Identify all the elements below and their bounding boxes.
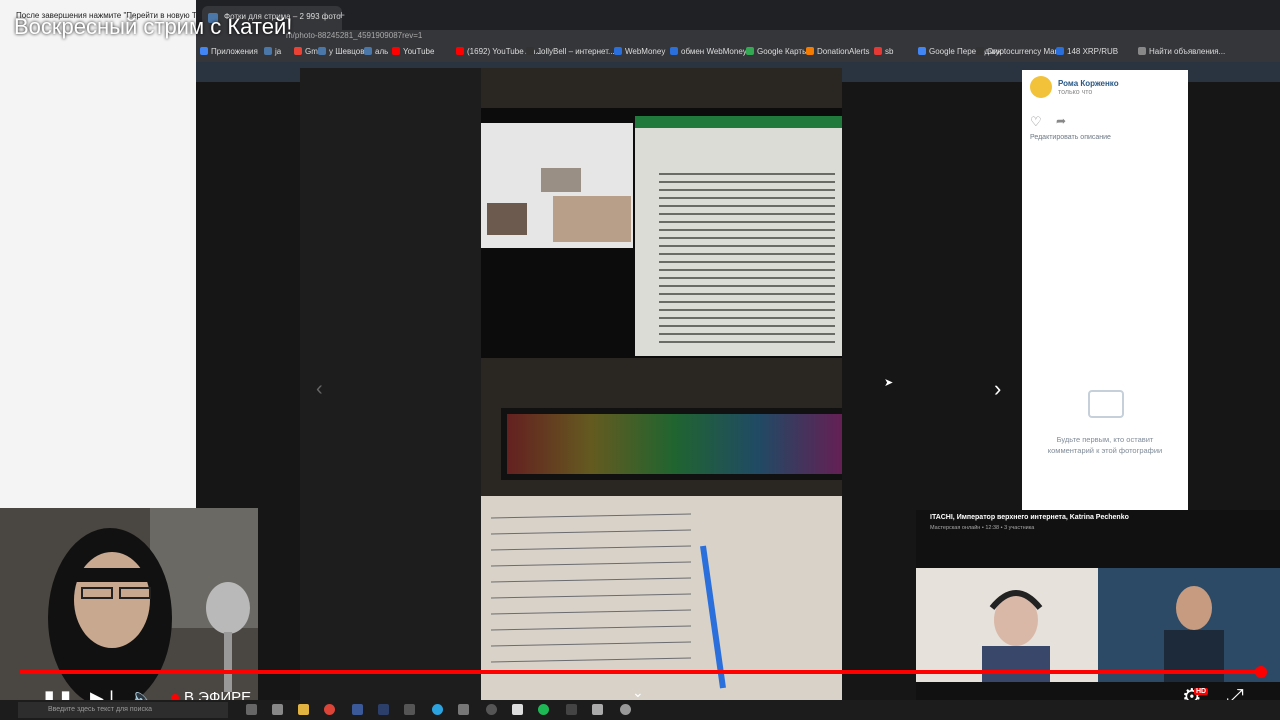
bookmark-icon — [746, 47, 754, 55]
bookmark-label: WebMoney — [625, 47, 666, 56]
chrome-icon[interactable] — [324, 704, 335, 715]
bookmark-icon — [806, 47, 814, 55]
new-tab-icon[interactable]: + — [338, 8, 345, 22]
call-video-image — [916, 568, 1280, 682]
photo — [481, 68, 842, 700]
app-icon[interactable] — [404, 704, 415, 715]
bookmark-icon — [614, 47, 622, 55]
bookmark-item[interactable]: Cryptocurrency Mar... — [976, 47, 1063, 56]
bookmark-item[interactable]: ja — [264, 47, 281, 56]
bookmark-label: Google Карты — [757, 47, 808, 56]
share-icon[interactable]: ➦ — [1056, 114, 1066, 128]
store-icon[interactable] — [272, 704, 283, 715]
taskbar-search-placeholder[interactable]: Введите здесь текст для поиска — [48, 706, 152, 713]
bookmark-icon — [670, 47, 678, 55]
bookmark-icon — [874, 47, 882, 55]
bookmark-icon — [1138, 47, 1146, 55]
progress-bar[interactable] — [20, 670, 1260, 674]
bookmark-icon — [200, 47, 208, 55]
url-text[interactable]: m/photo-88245281_4591909087rev=1 — [286, 31, 422, 40]
bookmark-item[interactable]: JollyBell – интернет... — [526, 47, 615, 56]
bookmark-label: JollyBell – интернет... — [537, 47, 615, 56]
bookmarks-bar: Приложения ja Gmail у Шевцова аль YouTube (169… — [196, 42, 1280, 62]
photoshop-icon[interactable] — [378, 704, 389, 715]
call-video — [916, 568, 1280, 682]
bookmark-label: Найти объявления... — [1149, 47, 1226, 56]
prev-photo-button[interactable]: ‹ — [316, 378, 323, 401]
bookmark-item[interactable]: Найти объявления... — [1138, 47, 1225, 56]
comment-bubble-icon — [1088, 390, 1124, 418]
bookmark-icon — [526, 47, 534, 55]
bookmark-item[interactable]: WebMoney — [614, 47, 665, 56]
bookmark-label: у Шевцова — [329, 47, 369, 56]
author-name[interactable]: Рома Корженко — [1058, 79, 1119, 88]
like-icon[interactable]: ♡ — [1030, 114, 1042, 130]
bookmark-item[interactable]: аль — [364, 47, 388, 56]
bookmark-label: ja — [275, 47, 282, 56]
bookmark-icon — [456, 47, 464, 55]
bookmark-item[interactable]: sb — [874, 47, 893, 56]
task-view-icon[interactable] — [246, 704, 257, 715]
app-icon[interactable] — [352, 704, 363, 715]
bookmark-icon — [918, 47, 926, 55]
bookmark-label: YouTube — [403, 47, 435, 56]
call-subtitle: Мастерская онлайн • 12:38 • 3 участника — [930, 525, 1035, 531]
call-title: ITACHI, Император верхнего интернета, Ka… — [930, 514, 1129, 521]
avatar[interactable] — [1030, 76, 1052, 98]
comments-empty-text: Будьте первым, кто оставит комментарий к… — [1047, 435, 1163, 455]
chevron-down-icon[interactable]: ⌄ — [632, 684, 644, 701]
bookmark-icon — [294, 47, 302, 55]
spotify-icon[interactable] — [538, 704, 549, 715]
bookmark-label: sb — [885, 47, 894, 56]
telegram-icon[interactable] — [432, 704, 443, 715]
bookmark-icon — [392, 47, 400, 55]
photo-sidebar: Рома Корженко только что ♡ ➦ Редактирова… — [1022, 70, 1188, 510]
bookmark-label: Cryptocurrency Mar... — [987, 47, 1064, 56]
bookmark-icon — [1056, 47, 1064, 55]
bookmark-label: аль — [375, 47, 389, 56]
bookmark-icon — [976, 47, 984, 55]
photo-image — [481, 68, 842, 700]
browser-tab-bar: Фотки для стрима – 2 993 фото + — [196, 0, 1280, 30]
bookmark-item[interactable]: DonationAlerts — [806, 47, 869, 56]
explorer-icon[interactable] — [298, 704, 309, 715]
edit-description-link[interactable]: Редактировать описание — [1030, 134, 1111, 141]
post-time: только что — [1058, 89, 1093, 96]
hd-badge: HD — [1194, 688, 1209, 695]
bookmark-item[interactable]: YouTube — [392, 47, 434, 56]
progress-scrubber[interactable] — [1255, 666, 1267, 678]
bookmark-label: Приложения — [211, 47, 258, 56]
bookmark-icon — [318, 47, 326, 55]
app-icon[interactable] — [486, 704, 497, 715]
bookmark-label: обмен WebMoney — [681, 47, 747, 56]
bookmark-label: DonationAlerts — [817, 47, 870, 56]
app-icon[interactable] — [592, 704, 603, 715]
mouse-cursor-icon: ➤ — [884, 377, 894, 389]
bookmark-icon — [364, 47, 372, 55]
settings-icon[interactable] — [620, 704, 631, 715]
stream-title: Воскресный стрим с Катей! — [14, 14, 293, 39]
bookmark-item[interactable]: обмен WebMoney — [670, 47, 747, 56]
left-panel — [0, 0, 196, 510]
next-photo-button[interactable]: › — [994, 376, 1001, 402]
obs-icon[interactable] — [566, 704, 577, 715]
bookmark-item[interactable]: у Шевцова — [318, 47, 369, 56]
app-icon[interactable] — [512, 704, 523, 715]
calculator-icon[interactable] — [458, 704, 469, 715]
bookmark-item[interactable]: 148 XRP/RUB — [1056, 47, 1118, 56]
bookmark-item[interactable]: Приложения — [200, 47, 258, 56]
bookmark-icon — [264, 47, 272, 55]
bookmark-item[interactable]: Google Карты — [746, 47, 808, 56]
bookmark-label: 148 XRP/RUB — [1067, 47, 1119, 56]
